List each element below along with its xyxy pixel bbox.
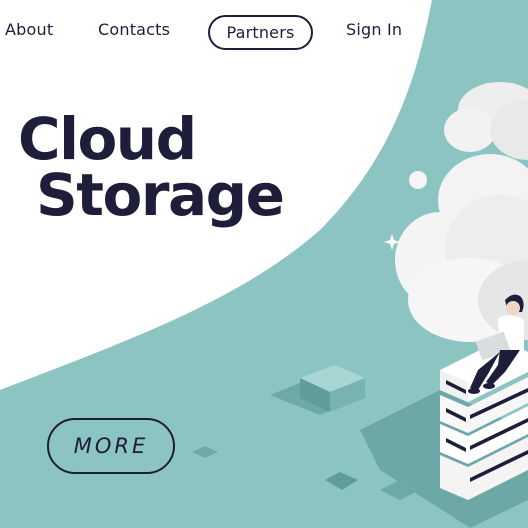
- block-small-2: [325, 472, 358, 490]
- block-small-1: [192, 446, 218, 458]
- nav-contacts[interactable]: Contacts: [98, 20, 170, 39]
- nav-about[interactable]: About: [5, 20, 53, 39]
- nav-sign-in[interactable]: Sign In: [346, 20, 402, 39]
- hero-title-line-1: Cloud: [18, 105, 197, 173]
- more-button[interactable]: MORE: [47, 418, 175, 474]
- hero-title: Cloud Storage: [16, 110, 346, 228]
- top-navigation: About Contacts Partners Sign In: [0, 0, 528, 64]
- server-stack: [440, 340, 528, 500]
- landing-page: About Contacts Partners Sign In Cloud St…: [0, 0, 528, 528]
- nav-partners-button[interactable]: Partners: [208, 15, 313, 50]
- hero-title-line-2: Storage: [36, 161, 285, 229]
